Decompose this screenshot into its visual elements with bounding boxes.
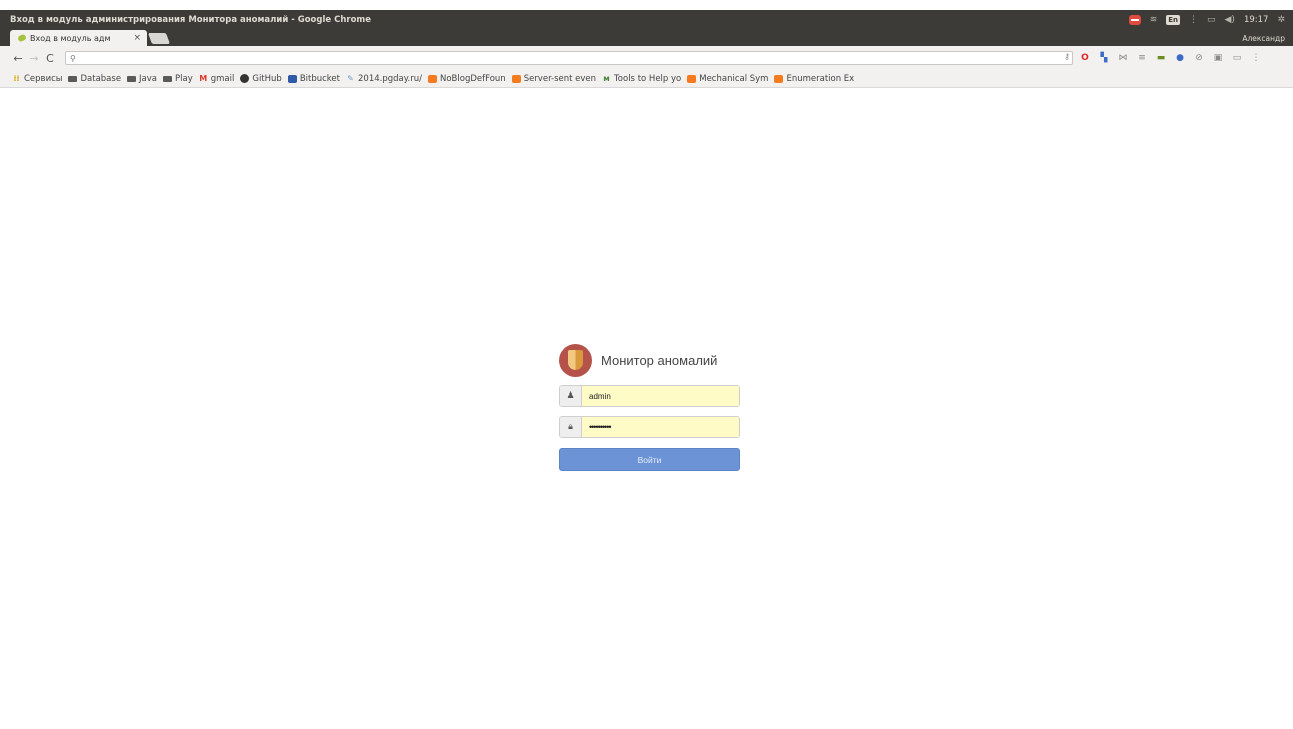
tab-close-icon[interactable]: × [133,33,141,43]
blogger-icon [511,74,521,83]
wifi-icon[interactable]: ≋ [1150,15,1158,25]
menu-extension-icon[interactable]: ≡ [1137,53,1147,63]
bookmark-enumeration[interactable]: Enumeration Ex [774,74,854,84]
extension-icon[interactable]: ⋈ [1118,53,1128,63]
system-tray: ≋ En ⋮ ▭ ◀) 19:17 ✲ [1128,10,1285,30]
login-header: Монитор аномалий [559,343,740,377]
bookmark-apps[interactable]: ⁞⁞ Сервисы [12,74,62,84]
lock-icon: 🔒︎ [560,417,582,437]
new-tab-button[interactable] [147,33,171,44]
keyboard-layout-indicator[interactable]: En [1166,15,1180,25]
app-title: Монитор аномалий [601,352,718,368]
cast-extension-icon[interactable]: ▭ [1232,53,1242,63]
tab-strip: Вход в модуль адм × Александр [0,30,1293,46]
blogger-icon [428,74,437,83]
search-icon: ⚲ [70,53,76,63]
chat-extension-icon[interactable]: ▬ [1156,53,1166,63]
bookmark-mechanical-sympathy[interactable]: Mechanical Sym [687,74,768,84]
volume-icon[interactable]: ◀) [1225,15,1235,25]
bookmark-github[interactable]: GitHub [240,74,282,84]
gmail-icon: M [199,73,208,83]
forward-arrow-icon[interactable]: → [26,52,42,65]
chrome-menu-icon[interactable]: ⋮ [1251,53,1261,63]
back-arrow-icon[interactable]: ← [10,52,26,65]
reload-icon[interactable]: C [42,52,58,65]
battery-icon[interactable]: ▭ [1207,15,1216,25]
bookmark-bitbucket[interactable]: Bitbucket [287,74,340,84]
address-bar[interactable]: ⚲ ⚷ [65,51,1073,65]
opera-extension-icon[interactable]: O [1080,53,1090,63]
square-extension-icon[interactable]: ▣ [1213,53,1223,63]
login-form: Монитор аномалий ♟ 🔒︎ Войти [559,343,740,471]
block-extension-icon[interactable]: ⊘ [1194,53,1204,63]
circle-extension-icon[interactable]: ● [1175,53,1185,63]
folder-icon [68,75,78,82]
password-field: 🔒︎ [559,416,740,438]
settings-gear-icon[interactable]: ✲ [1277,15,1285,25]
tab-active[interactable]: Вход в модуль адм × [10,30,147,46]
tab-title: Вход в модуль адм [30,33,111,43]
extensions-area: O ▚ ⋈ ≡ ▬ ● ⊘ ▣ ▭ ⋮ [1080,52,1261,64]
blogger-icon [687,74,697,83]
bookmark-gmail[interactable]: Mgmail [199,73,234,84]
apps-icon: ⁞⁞ [13,73,20,83]
window-titlebar: Вход в модуль администрирования Монитора… [0,10,1293,30]
github-icon [240,74,250,83]
folder-icon [163,75,173,82]
username-field: ♟ [559,385,740,407]
separator-icon: ⋮ [1189,15,1198,25]
bookmark-database[interactable]: Database [68,74,121,84]
bookmark-pgday[interactable]: ✎ 2014.pgday.ru/ [346,74,422,84]
username-input[interactable] [582,386,739,406]
browser-toolbar: ← → C ⚲ ⚷ O ▚ ⋈ ≡ ▬ ● ⊘ ▣ ▭ ⋮ [0,46,1293,70]
bookmark-noblogdeffound[interactable]: NoBlogDefFoun [428,74,506,84]
profile-name[interactable]: Александр [1242,30,1285,46]
bookmark-server-sent[interactable]: Server-sent even [511,74,596,84]
shield-icon [568,349,583,370]
pgday-icon: ✎ [347,73,354,83]
bookmarks-bar: ⁞⁞ Сервисы Database Java Play Mgmail GitH… [0,70,1293,88]
login-button[interactable]: Войти [559,448,740,471]
shield-logo-icon [559,343,592,377]
bitbucket-icon [287,74,297,83]
tools-icon: ᴍ [603,73,610,83]
bookmark-tools[interactable]: ᴍ Tools to Help yo [602,74,681,84]
folder-icon [127,75,137,82]
window-title: Вход в модуль администрирования Монитора… [10,15,372,25]
translate-extension-icon[interactable]: ▚ [1099,53,1109,63]
bookmark-play[interactable]: Play [163,74,193,84]
blogger-icon [774,74,784,83]
bookmark-java[interactable]: Java [127,74,157,84]
indicator-icon[interactable] [1128,15,1141,25]
clock[interactable]: 19:17 [1244,15,1269,25]
key-icon[interactable]: ⚷ [1064,52,1070,61]
tab-favicon-icon [17,33,27,43]
password-input[interactable] [582,417,739,437]
user-icon: ♟ [560,386,582,406]
